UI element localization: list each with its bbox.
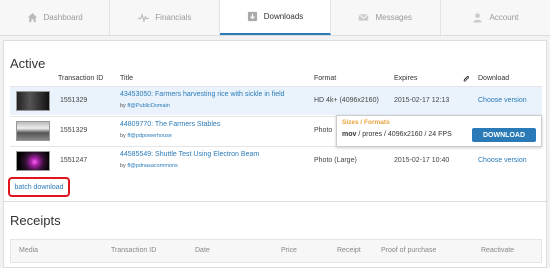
table-row: 1551329 43453050: Farmers harvesting ric… <box>10 86 542 115</box>
author-link[interactable]: ff@pdpowerhouse <box>127 133 172 139</box>
tab-messages[interactable]: Messages <box>330 0 441 35</box>
author-link[interactable]: ff@pdnasacommons <box>127 163 177 169</box>
choose-version-link[interactable]: Choose version <box>478 157 527 164</box>
format: Photo (Large) <box>314 157 357 164</box>
video-thumbnail[interactable] <box>16 91 50 111</box>
author-credit: by ff@PublicDomain <box>120 103 170 109</box>
col-title: Title <box>120 75 133 82</box>
col-expires: Expires <box>394 75 418 82</box>
tab-account-label: Account <box>489 13 519 22</box>
author-link[interactable]: ff@PublicDomain <box>127 103 169 109</box>
title-link[interactable]: 44585549: Shuttle Test Using Electron Be… <box>120 151 259 158</box>
receipts-section-title: Receipts <box>10 213 61 228</box>
transaction-id: 1551329 <box>60 97 88 104</box>
expires: 2015-02-17 10:40 <box>394 157 450 164</box>
downloads-panel: Active Transaction ID Title Format Expir… <box>3 40 548 268</box>
sizes-formats-popup: Sizes / Formats mov / prores / 4096x2160… <box>336 115 542 147</box>
col-date: Date <box>195 247 210 254</box>
batch-download-link[interactable]: batch download <box>14 184 63 191</box>
batch-download-highlight: batch download <box>8 177 70 197</box>
expires: 2015-02-17 12:13 <box>394 97 450 104</box>
title-link[interactable]: 43453050: Farmers harvesting rice with s… <box>120 91 285 98</box>
tab-account[interactable]: Account <box>440 0 550 35</box>
envelope-icon <box>359 14 369 21</box>
tab-downloads-label: Downloads <box>263 12 304 21</box>
choose-version-link[interactable]: Choose version <box>478 97 527 104</box>
col-transaction-id: Transaction ID <box>111 247 157 254</box>
col-download: Download <box>478 75 510 82</box>
download-icon <box>247 11 257 22</box>
title-link[interactable]: 44809770: The Farmers Stables <box>120 121 220 128</box>
popup-heading: Sizes / Formats <box>342 119 390 126</box>
author-credit: by ff@pdnasacommons <box>120 163 178 169</box>
user-icon <box>473 13 483 23</box>
photo-thumbnail[interactable] <box>16 121 50 141</box>
col-receipt: Receipt <box>337 247 361 254</box>
tab-dashboard[interactable]: Dashboard <box>0 0 111 35</box>
receipts-table-header: Media Transaction ID Date Price Receipt … <box>10 239 542 263</box>
download-button[interactable]: DOWNLOAD <box>472 128 536 142</box>
col-price: Price <box>281 247 297 254</box>
col-media: Media <box>19 247 39 254</box>
format-option[interactable]: mov / prores / 4096x2160 / 24 FPS <box>342 131 452 138</box>
top-navigation: Dashboard Financials Downloads Messages … <box>0 0 550 36</box>
pulse-icon <box>138 12 150 23</box>
tab-financials[interactable]: Financials <box>110 0 221 35</box>
paperclip-icon <box>462 75 470 85</box>
tab-dashboard-label: Dashboard <box>43 13 83 22</box>
col-transaction-id: Transaction ID <box>58 75 104 82</box>
col-proof-of-purchase: Proof of purchase <box>381 247 437 254</box>
author-credit: by ff@pdpowerhouse <box>120 133 172 139</box>
tab-messages-label: Messages <box>375 13 412 22</box>
section-divider <box>4 201 548 202</box>
format: HD 4k+ (4096x2160) <box>314 97 379 104</box>
format-details: / prores / 4096x2160 / 24 FPS <box>356 131 452 138</box>
photo-thumbnail[interactable] <box>16 151 50 171</box>
col-format: Format <box>314 75 337 82</box>
transaction-id: 1551247 <box>60 157 88 164</box>
transaction-id: 1551329 <box>60 127 88 134</box>
format: Photo <box>314 127 333 134</box>
table-row: 1551247 44585549: Shuttle Test Using Ele… <box>10 146 542 175</box>
tab-financials-label: Financials <box>155 13 192 22</box>
tab-downloads[interactable]: Downloads <box>220 0 331 35</box>
home-icon <box>27 12 37 23</box>
active-section-title: Active <box>10 56 46 71</box>
col-reactivate: Reactivate <box>481 247 515 254</box>
format-codec: mov <box>342 131 357 138</box>
